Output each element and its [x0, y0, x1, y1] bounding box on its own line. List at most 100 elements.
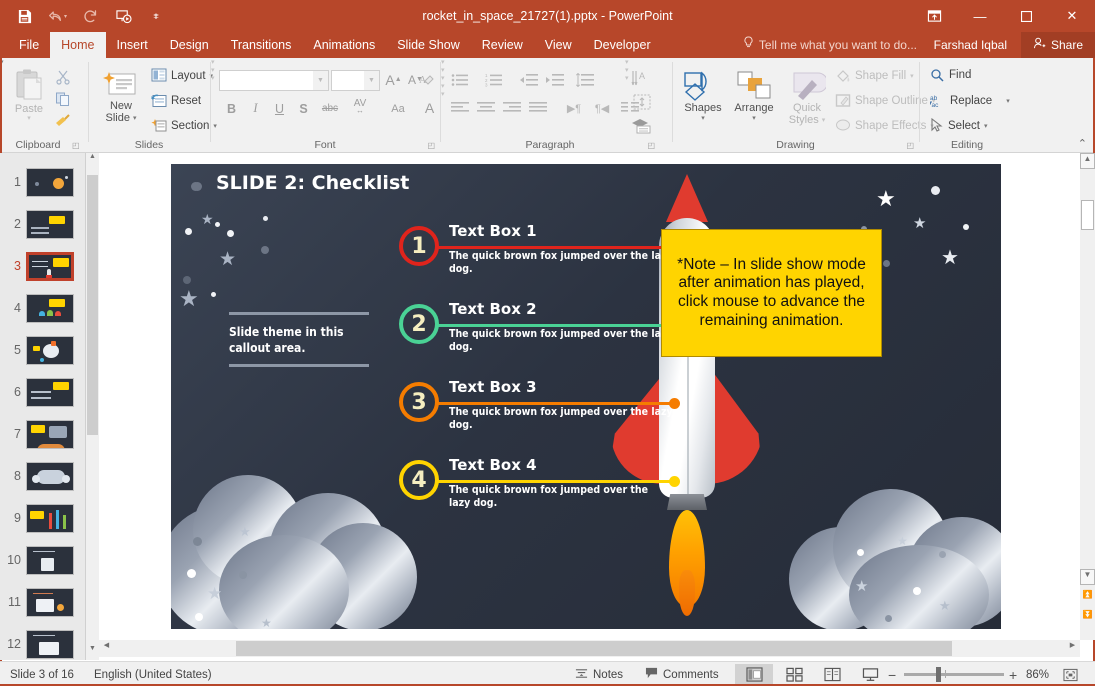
next-slide-button[interactable]: ⏬	[1080, 610, 1095, 626]
bullets-button[interactable]	[449, 70, 471, 90]
slide-thumbnail-9[interactable]: 9	[0, 497, 86, 539]
thumbnail-scroll-thumb[interactable]	[87, 175, 98, 435]
thumbnail-panel-scrollbar[interactable]: ▲ ▼	[86, 153, 99, 660]
numbering-button[interactable]: 123	[483, 70, 505, 90]
ribbon-display-options-button[interactable]	[911, 0, 957, 32]
new-slide-button[interactable]: New Slide▾	[95, 70, 147, 124]
user-name[interactable]: Farshad Iqbal	[934, 32, 1007, 58]
horizontal-scroll-thumb[interactable]	[236, 641, 952, 656]
zoom-out-button[interactable]: −	[888, 662, 896, 686]
hscroll-right-arrow[interactable]: ▶	[1065, 641, 1080, 656]
tab-review[interactable]: Review	[471, 32, 534, 58]
text-direction-button[interactable]: A	[629, 68, 655, 88]
thumbnail-scroll-down-arrow[interactable]: ▼	[86, 645, 99, 660]
note-callout-box[interactable]: *Note – In slide show mode after animati…	[661, 229, 882, 357]
font-dialog-launcher[interactable]: ◰	[427, 141, 435, 150]
scroll-down-arrow[interactable]: ▼	[1080, 569, 1095, 585]
slide-thumbnail-5[interactable]: 5	[0, 329, 86, 371]
zoom-slider-thumb[interactable]	[936, 667, 941, 682]
align-left-button[interactable]	[449, 98, 471, 118]
fit-slide-to-window-button[interactable]	[1063, 662, 1078, 686]
zoom-level-label[interactable]: 86%	[1026, 662, 1049, 686]
maximize-button[interactable]	[1003, 0, 1049, 32]
character-spacing-button[interactable]: AV ↔	[345, 96, 375, 117]
replace-button[interactable]: abac Replace▾	[930, 93, 1010, 108]
slideshow-button[interactable]	[851, 664, 889, 685]
underline-button[interactable]: U	[269, 98, 290, 119]
line-spacing-button[interactable]	[573, 70, 595, 90]
theme-callout-box[interactable]: Slide theme in this callout area.	[229, 312, 369, 367]
tab-transitions[interactable]: Transitions	[220, 32, 303, 58]
font-color-button[interactable]: A	[419, 97, 440, 118]
tab-file[interactable]: File	[8, 32, 50, 58]
tab-insert[interactable]: Insert	[106, 32, 159, 58]
slide-thumbnail-10[interactable]: 10	[0, 539, 86, 581]
normal-view-button[interactable]	[735, 664, 773, 685]
slide-thumbnail-12[interactable]: 12	[0, 623, 86, 660]
collapse-ribbon-button[interactable]: ⌃	[1078, 137, 1087, 150]
align-right-button[interactable]	[501, 98, 523, 118]
text-direction-ltr-button[interactable]: ▶¶	[563, 98, 585, 118]
slide-thumbnail-7[interactable]: 7	[0, 413, 86, 455]
italic-button[interactable]: I	[245, 98, 266, 119]
scroll-up-arrow[interactable]: ▲	[1080, 153, 1095, 169]
font-size-input[interactable]: ▼	[331, 70, 380, 91]
tab-design[interactable]: Design	[159, 32, 220, 58]
tab-view[interactable]: View	[534, 32, 583, 58]
layout-button[interactable]: Layout▾	[151, 68, 213, 83]
slide-editing-surface[interactable]: ★ ★ ★ ★ ★ ★ ★ SLIDE 2: Checklist Slide t…	[171, 164, 1001, 629]
slide-thumbnail-3[interactable]: 3	[0, 245, 86, 287]
tell-me-search[interactable]: Tell me what you want to do...	[743, 32, 917, 58]
reset-button[interactable]: Reset	[151, 93, 201, 108]
shape-fill-button[interactable]: Shape Fill▾	[835, 68, 914, 83]
copy-icon[interactable]	[52, 88, 73, 109]
comments-button[interactable]: Comments	[645, 662, 719, 686]
strikethrough-button[interactable]: abc	[317, 98, 343, 119]
thumbnail-scroll-up-arrow[interactable]: ▲	[86, 153, 99, 168]
slide-thumbnail-8[interactable]: 8	[0, 455, 86, 497]
change-case-button[interactable]: Aa	[385, 98, 411, 119]
text-shadow-button[interactable]: S	[293, 98, 314, 119]
align-text-button[interactable]	[629, 92, 655, 112]
slide-number-indicator[interactable]: Slide 3 of 16	[10, 662, 74, 686]
language-indicator[interactable]: English (United States)	[94, 662, 212, 686]
tab-animations[interactable]: Animations	[302, 32, 386, 58]
close-button[interactable]: ✕	[1049, 0, 1095, 32]
align-center-button[interactable]	[475, 98, 497, 118]
select-button[interactable]: Select▾	[930, 118, 987, 133]
convert-to-smartart-button[interactable]	[629, 116, 655, 136]
minimize-button[interactable]: —	[957, 0, 1003, 32]
tab-slide-show[interactable]: Slide Show	[386, 32, 471, 58]
copy-dropdown-caret[interactable]: ▾	[0, 58, 88, 66]
decrease-indent-button[interactable]	[517, 70, 539, 90]
zoom-slider-track[interactable]	[904, 673, 1004, 676]
arrange-button[interactable]: Arrange ▾	[729, 70, 779, 122]
find-button[interactable]: Find	[930, 68, 971, 82]
cut-icon[interactable]	[52, 66, 73, 87]
paste-button[interactable]: Paste ▾	[6, 68, 52, 122]
section-button[interactable]: Section▾	[151, 118, 217, 133]
slide-thumbnail-6[interactable]: 6	[0, 371, 86, 413]
share-button[interactable]: Share	[1021, 32, 1095, 58]
clipboard-dialog-launcher[interactable]: ◰	[72, 141, 80, 150]
notes-button[interactable]: Notes	[575, 662, 623, 686]
reading-view-button[interactable]	[813, 664, 851, 685]
text-direction-caret[interactable]: ▾	[625, 58, 675, 66]
tab-home[interactable]: Home	[50, 32, 105, 58]
vertical-scroll-thumb[interactable]	[1081, 200, 1094, 230]
font-name-dropdown-icon[interactable]: ▼	[313, 71, 328, 90]
tab-developer[interactable]: Developer	[583, 32, 662, 58]
font-name-input[interactable]: ▼	[219, 70, 329, 91]
text-direction-rtl-button[interactable]: ¶◀	[591, 98, 613, 118]
slide-sorter-button[interactable]	[775, 664, 813, 685]
canvas-vertical-scrollbar[interactable]: ▲ ▼ ⏫ ⏬	[1080, 153, 1095, 640]
bold-button[interactable]: B	[221, 98, 242, 119]
increase-font-size-button[interactable]: A▲	[383, 69, 404, 90]
shapes-button[interactable]: Shapes ▾	[679, 70, 727, 122]
font-size-dropdown-icon[interactable]: ▼	[364, 71, 379, 90]
increase-indent-button[interactable]	[543, 70, 565, 90]
slide-thumbnail-2[interactable]: 2	[0, 203, 86, 245]
slide-thumbnail-11[interactable]: 11	[0, 581, 86, 623]
slide-thumbnail-4[interactable]: 4	[0, 287, 86, 329]
canvas-horizontal-scrollbar[interactable]: ◀ ▶	[99, 640, 1080, 657]
